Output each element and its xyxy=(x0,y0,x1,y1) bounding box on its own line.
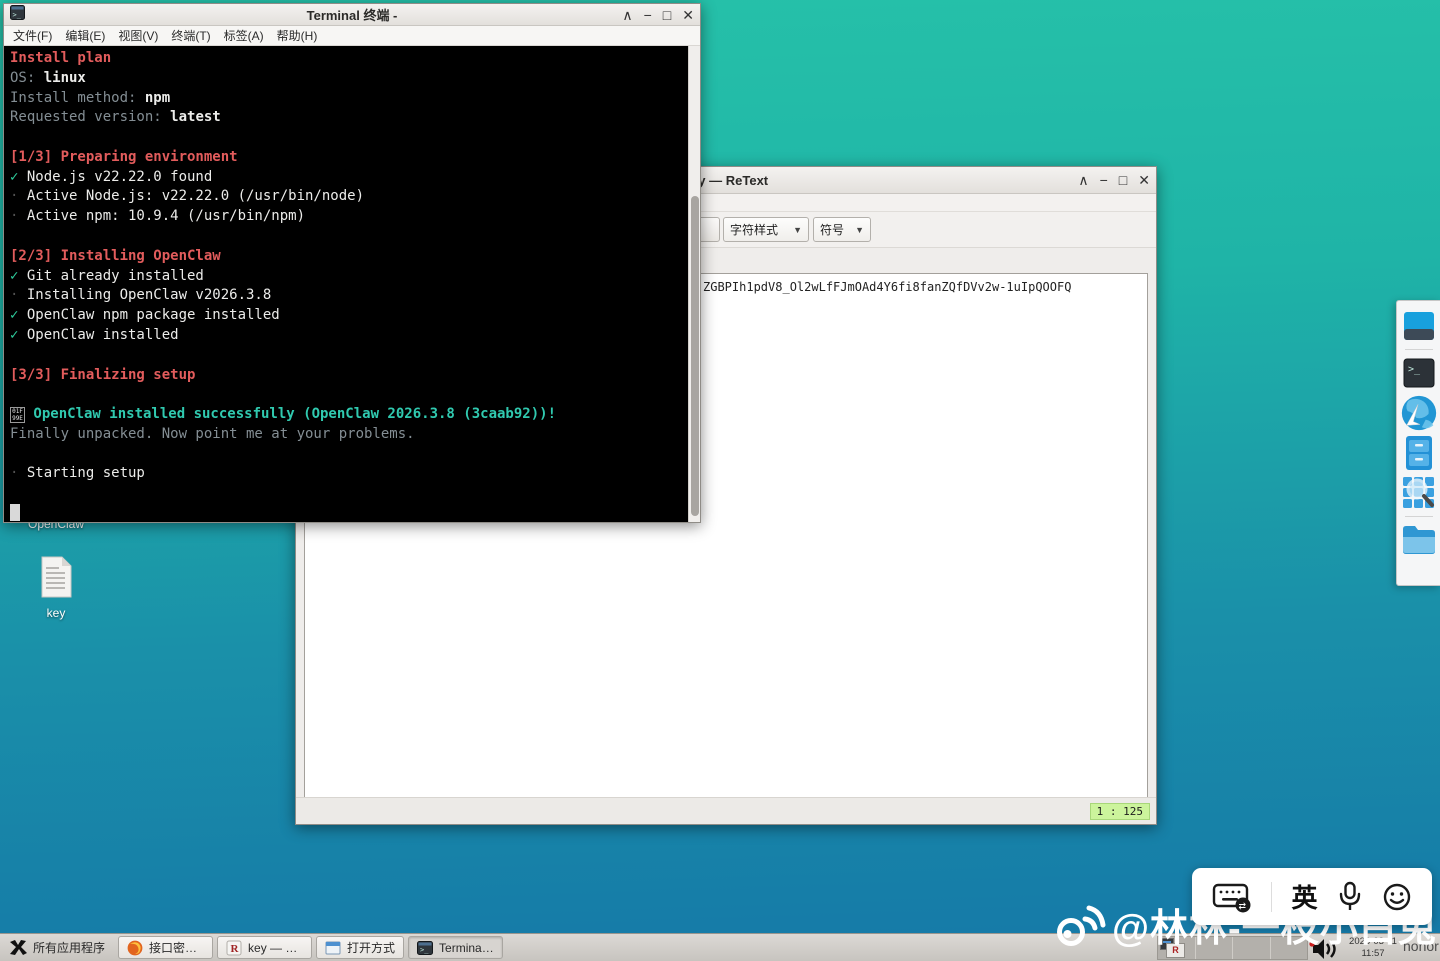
svg-text:>_: >_ xyxy=(1408,364,1421,375)
minimize-icon[interactable]: − xyxy=(1100,173,1108,187)
retext-icon: R xyxy=(226,940,242,956)
emoji-icon[interactable] xyxy=(1382,882,1412,912)
workspace-3[interactable] xyxy=(1233,937,1271,959)
chevron-down-icon: ▼ xyxy=(793,225,802,235)
svg-text:R: R xyxy=(231,943,240,955)
device-watermark: honor xyxy=(1403,938,1439,954)
taskbar-button-firefox[interactable]: 接口密钥 ··· xyxy=(118,936,213,959)
ime-language-toggle[interactable]: 英 xyxy=(1291,878,1317,915)
taskbar-button-label: key — Re… xyxy=(248,941,303,955)
microphone-icon[interactable] xyxy=(1337,881,1363,913)
minimize-icon[interactable]: − xyxy=(644,8,652,22)
ime-divider xyxy=(1271,882,1272,912)
applications-menu-button[interactable]: 所有应用程序 xyxy=(0,934,114,961)
close-icon[interactable]: ✕ xyxy=(682,8,694,22)
document-icon xyxy=(38,556,74,598)
dock-launcher-app-finder-icon[interactable] xyxy=(1399,473,1439,513)
keyboard-icon[interactable]: ⇄ xyxy=(1212,880,1252,914)
char-style-dropdown[interactable]: 字符样式 ▼ xyxy=(723,217,809,242)
window-icon xyxy=(325,941,341,955)
maximize-icon[interactable]: □ xyxy=(663,8,671,22)
taskbar-button-terminal[interactable]: >_ Terminal ... xyxy=(408,936,503,959)
dock-panel: >_ xyxy=(1396,300,1440,586)
document-text: ZGBPIh1pdV8_Ol2wLfFJmOAd4Y6fi8fanZQfDVv2… xyxy=(703,280,1071,294)
symbol-dropdown-label: 符号 xyxy=(820,221,844,238)
menu-item[interactable]: 帮助(H) xyxy=(277,27,318,44)
dock-launcher-web-browser-icon[interactable] xyxy=(1399,393,1439,433)
terminal-app-icon: >_ xyxy=(10,5,25,25)
pager-mini-retext-window: R xyxy=(1166,943,1185,958)
retext-statusbar: 1 : 125 xyxy=(296,797,1156,824)
dock-launcher-show-desktop-icon[interactable] xyxy=(1399,306,1439,346)
dock-separator xyxy=(1405,349,1433,350)
svg-text:>_: >_ xyxy=(13,11,22,19)
firefox-icon xyxy=(127,940,143,956)
menu-item[interactable]: 文件(F) xyxy=(13,27,52,44)
cursor-position-badge: 1 : 125 xyxy=(1090,803,1150,820)
workspace-2[interactable] xyxy=(1196,937,1234,959)
menu-item[interactable]: 标签(A) xyxy=(224,27,264,44)
terminal-content[interactable]: Install planOS: linuxInstall method: npm… xyxy=(4,46,700,522)
terminal-lines: Install planOS: linuxInstall method: npm… xyxy=(10,49,556,522)
taskbar-button-label: 接口密钥 ··· xyxy=(149,939,204,956)
menu-item[interactable]: 编辑(E) xyxy=(65,27,105,44)
svg-text:>_: >_ xyxy=(420,946,429,954)
desktop-icon-key-label: key xyxy=(26,606,86,620)
taskbar-buttons: 接口密钥 ··· Rkey — Re… 打开方式 >_ Terminal ... xyxy=(114,936,503,959)
applications-menu-label: 所有应用程序 xyxy=(33,939,105,956)
rollup-icon[interactable]: ∧ xyxy=(1078,173,1088,187)
volume-icon[interactable] xyxy=(1309,937,1341,961)
svg-text:⇄: ⇄ xyxy=(1238,901,1246,911)
taskbar-clock[interactable]: 2026-03-11 11:57 xyxy=(1344,936,1402,959)
taskbar-button-label: Terminal ... xyxy=(439,941,494,955)
maximize-icon[interactable]: □ xyxy=(1119,173,1127,187)
xfce-logo-icon xyxy=(9,940,27,956)
taskbar-button-label: 打开方式 xyxy=(347,939,395,956)
desktop: OpenClaw key key — ReText ∧ − □ ✕ xyxy=(0,0,1440,961)
dock-launcher-file-cabinet-icon[interactable] xyxy=(1399,433,1439,473)
terminal-scrollbar[interactable] xyxy=(688,46,700,522)
taskbar: 所有应用程序 接口密钥 ··· Rkey — Re… 打开方式 >_ Terminal … xyxy=(0,933,1440,961)
terminal-icon: >_ xyxy=(417,941,433,955)
terminal-menubar: 文件(F) 编辑(E) 视图(V) 终端(T) 标签(A) 帮助(H) xyxy=(4,26,700,46)
rollup-icon[interactable]: ∧ xyxy=(622,8,632,22)
terminal-window: >_ Terminal 终端 - ∧ − □ ✕ 文件(F) 编辑(E) 视图(V)… xyxy=(3,3,701,523)
ime-panel: ⇄ 英 xyxy=(1192,868,1432,925)
desktop-icon-key[interactable]: key xyxy=(26,556,86,620)
terminal-title: Terminal 终端 - xyxy=(4,5,700,24)
taskbar-button-retext[interactable]: Rkey — Re… xyxy=(217,936,312,959)
menu-item[interactable]: 视图(V) xyxy=(118,27,158,44)
symbol-dropdown[interactable]: 符号 ▼ xyxy=(813,217,871,242)
clock-time: 11:57 xyxy=(1344,948,1402,960)
menu-item[interactable]: 终端(T) xyxy=(171,27,210,44)
dock-separator xyxy=(1405,516,1433,517)
close-icon[interactable]: ✕ xyxy=(1138,173,1150,187)
scrollbar-thumb[interactable] xyxy=(691,196,699,516)
taskbar-button-window[interactable]: 打开方式 xyxy=(316,936,404,959)
clock-date: 2026-03-11 xyxy=(1344,936,1402,948)
workspace-pager: R xyxy=(1157,936,1308,960)
chevron-down-icon: ▼ xyxy=(855,225,864,235)
terminal-titlebar[interactable]: >_ Terminal 终端 - ∧ − □ ✕ xyxy=(4,4,700,26)
dock-launcher-terminal-icon[interactable]: >_ xyxy=(1399,353,1439,393)
char-style-dropdown-label: 字符样式 xyxy=(730,221,778,238)
dock-launcher-file-manager-icon[interactable] xyxy=(1399,520,1439,560)
workspace-1[interactable]: R xyxy=(1158,937,1196,959)
workspace-4[interactable] xyxy=(1271,937,1308,959)
